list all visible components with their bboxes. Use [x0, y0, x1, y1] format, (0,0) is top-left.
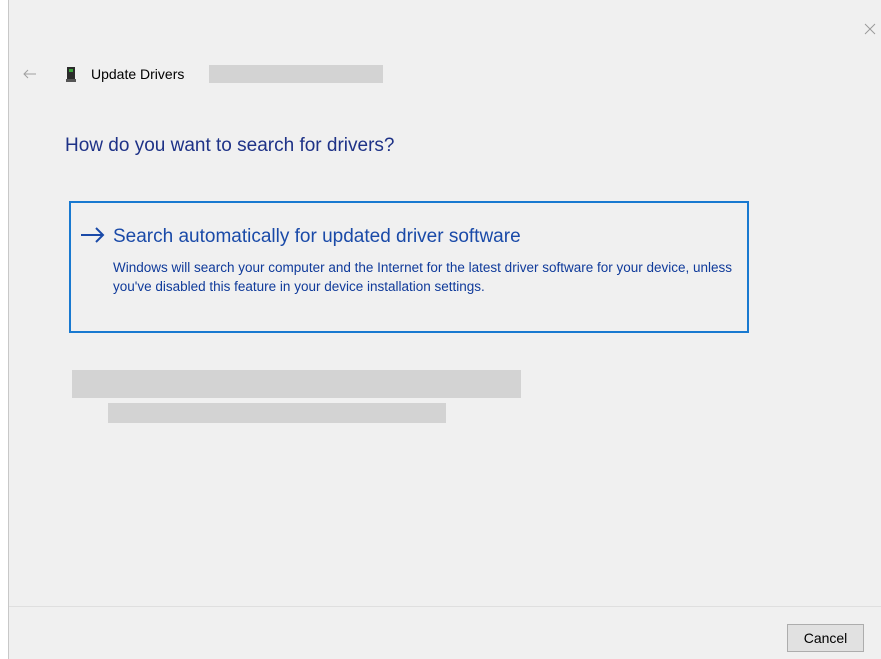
device-icon	[66, 67, 76, 82]
search-automatically-option[interactable]: Search automatically for updated driver …	[69, 201, 749, 333]
dialog-footer: Cancel	[9, 606, 881, 659]
window-title: Update Drivers	[91, 66, 185, 82]
redacted-option-description	[108, 403, 446, 423]
page-heading: How do you want to search for drivers?	[65, 135, 395, 156]
cancel-button[interactable]: Cancel	[787, 624, 864, 652]
redacted-device-name	[209, 65, 383, 83]
option-title: Search automatically for updated driver …	[113, 226, 521, 247]
option-description: Windows will search your computer and th…	[113, 260, 733, 294]
close-button[interactable]	[859, 18, 881, 40]
update-drivers-dialog: Update Drivers How do you want to search…	[8, 0, 881, 659]
redacted-option-title	[72, 370, 521, 398]
back-button[interactable]	[19, 64, 41, 84]
right-arrow-icon	[81, 227, 105, 243]
close-icon	[864, 23, 876, 35]
back-arrow-icon	[23, 69, 36, 79]
